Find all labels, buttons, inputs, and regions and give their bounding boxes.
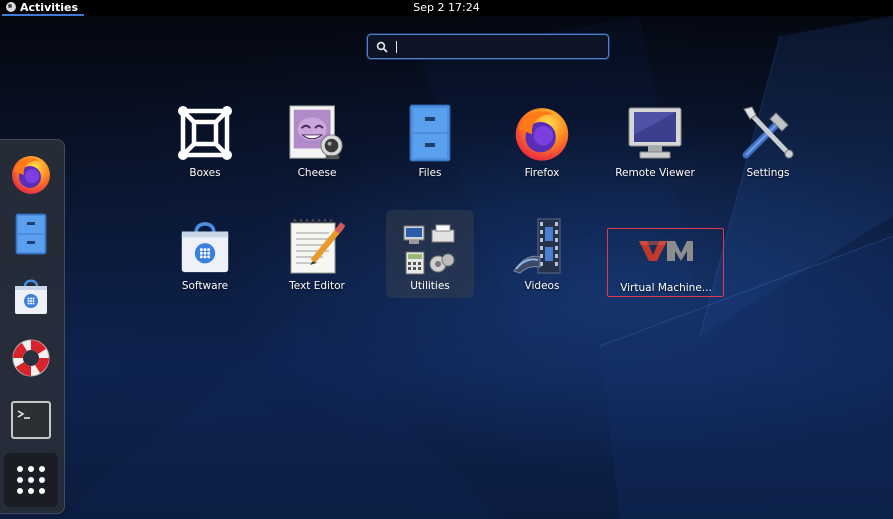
vmm-icon — [639, 241, 693, 261]
software-bag-icon — [15, 279, 47, 314]
app-label: Utilities — [410, 280, 450, 292]
firefox-icon — [515, 108, 569, 161]
dash-item-terminal[interactable] — [7, 396, 55, 444]
app-label: Virtual Machine... — [620, 282, 712, 294]
folder-preview — [402, 222, 458, 276]
tools-icon — [742, 106, 794, 159]
text-editor-icon — [290, 219, 346, 274]
app-label: Text Editor — [289, 280, 345, 292]
terminal-icon — [11, 401, 51, 439]
dash-item-files[interactable] — [7, 210, 55, 258]
boxes-icon — [178, 106, 232, 160]
dash-item-firefox[interactable] — [7, 150, 55, 198]
gnome-foot-icon — [6, 2, 16, 12]
dash — [0, 139, 65, 514]
app-text-editor[interactable]: Text Editor — [273, 216, 361, 304]
activities-label: Activities — [20, 0, 79, 14]
app-firefox[interactable]: Firefox — [498, 103, 586, 191]
monitor-icon — [628, 107, 682, 159]
app-label: Remote Viewer — [615, 167, 695, 179]
app-label: Firefox — [524, 167, 560, 179]
app-label: Software — [181, 280, 229, 292]
search-input[interactable] — [398, 38, 598, 56]
app-label: Videos — [524, 280, 560, 292]
app-grid-icon — [17, 466, 45, 494]
app-videos[interactable]: Videos — [498, 216, 586, 304]
lifebuoy-icon — [12, 339, 50, 377]
app-boxes[interactable]: Boxes — [161, 103, 249, 191]
app-label: Settings — [746, 167, 790, 179]
firefox-icon — [12, 156, 50, 194]
software-bag-icon — [181, 222, 229, 273]
app-software[interactable]: Software — [161, 216, 249, 304]
app-remote-viewer[interactable]: Remote Viewer — [611, 103, 699, 191]
dash-item-help[interactable] — [7, 334, 55, 382]
utilities-grid-icon — [403, 224, 455, 275]
app-files[interactable]: Files — [386, 103, 474, 191]
cheese-icon — [289, 105, 343, 160]
top-bar: Sep 2 17:24 Activities — [0, 0, 893, 16]
dash-item-software[interactable] — [7, 272, 55, 320]
app-settings[interactable]: Settings — [724, 103, 812, 191]
app-label: Boxes — [189, 167, 221, 179]
app-folder-utilities[interactable]: Utilities — [386, 210, 474, 298]
app-virtual-machine-manager[interactable]: Virtual Machine... — [611, 228, 721, 316]
app-cheese[interactable]: Cheese — [273, 103, 361, 191]
clock[interactable]: Sep 2 17:24 — [0, 0, 893, 16]
search-bar[interactable] — [367, 34, 609, 59]
app-label: Cheese — [297, 167, 337, 179]
app-label: Files — [418, 167, 442, 179]
search-icon — [376, 41, 388, 53]
show-applications-button[interactable] — [4, 453, 58, 507]
activities-button[interactable]: Activities — [2, 0, 85, 16]
file-cabinet-icon — [15, 213, 47, 255]
text-cursor — [396, 41, 397, 53]
file-cabinet-icon — [409, 104, 451, 162]
film-icon — [513, 218, 561, 274]
